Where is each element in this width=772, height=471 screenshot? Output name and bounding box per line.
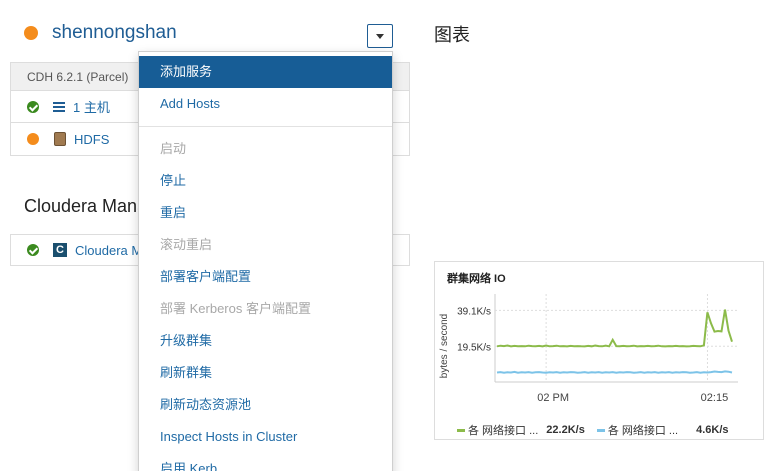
chart-legend: 各 网络接口 ... 22.2K/s 各 网络接口 ... 4.6K/s [457,422,729,438]
cluster-actions-menu: 添加服务 Add Hosts 启动 停止 重启 滚动重启 部署客户端配置 部署 … [138,51,393,471]
menu-item-start: 启动 [160,141,187,156]
hosts-link[interactable]: 1 主机 [73,97,110,116]
legend-value-series-1: 22.2K/s [546,424,585,436]
y-tick-label: 19.5K/s [457,342,491,353]
cluster-header: shennongshan [24,22,177,44]
menu-item-add-service[interactable]: 添加服务 [139,56,392,88]
menu-item-restart[interactable]: 重启 [139,197,392,229]
cluster-actions-dropdown-button[interactable] [367,24,393,48]
series-line-2 [496,370,733,374]
list-icon [53,101,65,112]
menu-item-refresh-resource-pools[interactable]: 刷新动态资源池 [139,389,392,421]
chart-plot: 39.1K/s 19.5K/s 02 PM 02:15 bytes / second [439,294,738,404]
menu-item-add-hosts[interactable]: Add Hosts [139,88,392,120]
x-tick-label: 02 PM [537,392,569,404]
legend-value-series-2: 4.6K/s [696,424,729,436]
series-line-1 [496,309,733,348]
legend-label-series-2: 各 网络接口 ... [607,425,679,437]
menu-item-upgrade-cluster[interactable]: 升级群集 [139,325,392,357]
cloudera-management-link[interactable]: Cloudera M [75,243,142,258]
menu-item-deploy-kerberos-config: 部署 Kerberos 客户端配置 [160,301,311,316]
cluster-status-icon [24,26,38,40]
hdfs-icon [54,132,66,146]
menu-item-refresh-cluster[interactable]: 刷新群集 [139,357,392,389]
y-axis-label: bytes / second [439,314,450,378]
caret-down-icon [376,33,384,39]
cloudera-manager-heading: Cloudera Mana [24,196,148,216]
y-tick-label: 39.1K/s [457,306,491,317]
cloudera-icon: C [53,243,67,257]
legend-swatch-series-1 [457,428,465,432]
menu-item-enable-kerberos[interactable]: 启用 Kerb [139,453,392,471]
menu-divider [139,126,392,127]
charts-heading: 图表 [434,25,470,45]
cluster-name-link[interactable]: shennongshan [52,22,177,44]
x-tick-label: 02:15 [701,392,729,404]
cluster-network-io-chart[interactable]: 群集网络 IO 39.1K/s 19.5K/s 02 PM 02:15 bytes / … [434,261,764,440]
good-health-icon [27,100,39,113]
menu-item-stop[interactable]: 停止 [139,165,392,197]
legend-swatch-series-2 [596,428,605,432]
hdfs-link[interactable]: HDFS [74,132,109,147]
menu-item-rolling-restart: 滚动重启 [160,237,213,252]
warning-health-icon [27,133,39,145]
good-health-icon [27,244,39,256]
menu-item-inspect-hosts[interactable]: Inspect Hosts in Cluster [139,421,392,453]
legend-label-series-1: 各 网络接口 ... [468,425,539,437]
menu-item-deploy-client-config[interactable]: 部署客户端配置 [139,261,392,293]
